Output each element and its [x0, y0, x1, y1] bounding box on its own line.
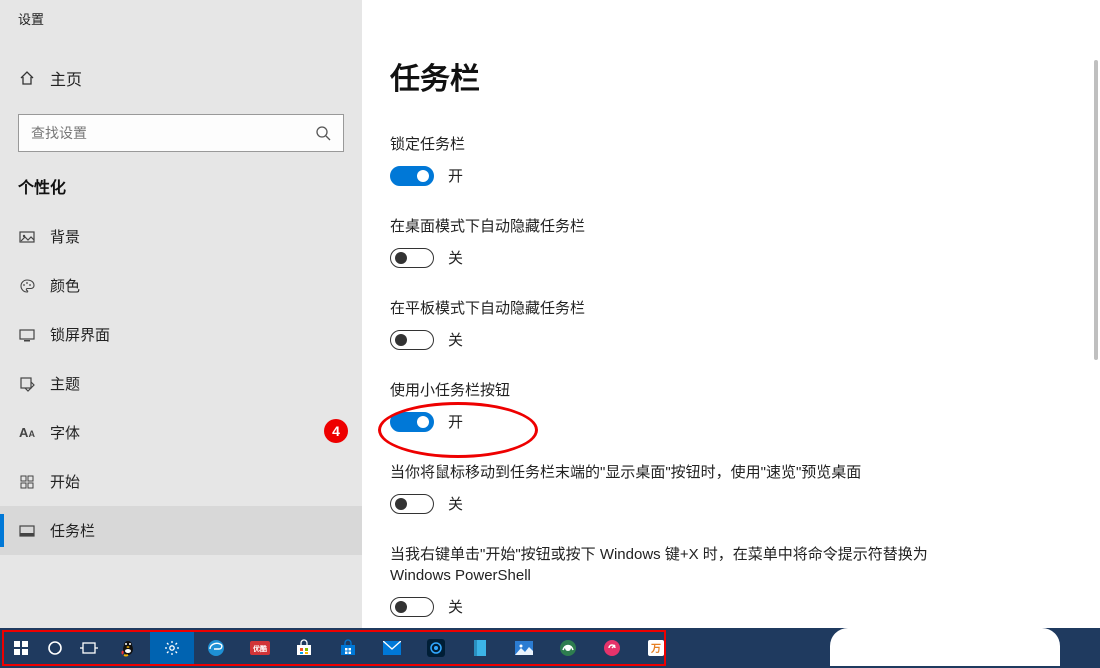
taskbar-icon — [18, 523, 36, 539]
sidebar-item-label: 锁屏界面 — [50, 324, 110, 345]
main-panel: 任务栏 锁定任务栏 开 在桌面模式下自动隐藏任务栏 关 在平板模式下自动隐藏任务… — [362, 0, 1100, 628]
setting-label: 使用小任务栏按钮 — [390, 380, 950, 401]
sidebar-item-label: 主题 — [50, 373, 80, 394]
setting-label: 当你将鼠标移动到任务栏末端的"显示桌面"按钮时，使用"速览"预览桌面 — [390, 462, 950, 483]
sidebar-item-label: 开始 — [50, 471, 80, 492]
sidebar-home[interactable]: 主页 — [0, 56, 362, 100]
sidebar-item-colors[interactable]: 颜色 — [0, 261, 362, 310]
sidebar-item-lockscreen[interactable]: 锁屏界面 — [0, 310, 362, 359]
taskbar-app-mail-icon[interactable] — [370, 632, 414, 664]
start-icon — [18, 474, 36, 490]
taskbar-app-360-icon[interactable] — [546, 632, 590, 664]
svg-text:万: 万 — [650, 643, 661, 655]
window-title: 设置 — [18, 9, 44, 28]
sidebar-section-label: 个性化 — [0, 174, 362, 212]
font-icon: AA — [18, 425, 36, 440]
setting-label: 在桌面模式下自动隐藏任务栏 — [390, 216, 950, 237]
taskbar-app-qq-icon[interactable] — [106, 632, 150, 664]
sidebar-item-taskbar[interactable]: 任务栏 — [0, 506, 362, 555]
taskbar-app-settings-icon[interactable] — [150, 632, 194, 664]
toggle-peek-desktop[interactable] — [390, 494, 434, 514]
taskbar-app-ps-icon[interactable] — [414, 632, 458, 664]
taskbar-app-store-icon[interactable] — [326, 632, 370, 664]
setting-label: 当我右键单击"开始"按钮或按下 Windows 键+X 时，在菜单中将命令提示符… — [390, 544, 950, 586]
toggle-state: 关 — [448, 493, 463, 514]
taskbar-app-edge-icon[interactable] — [194, 632, 238, 664]
toggle-state: 开 — [448, 411, 463, 432]
taskbar-app-store2-icon[interactable] — [282, 632, 326, 664]
taskbar-start-icon[interactable] — [4, 632, 38, 664]
toggle-small-buttons[interactable] — [390, 412, 434, 432]
setting-label: 在平板模式下自动隐藏任务栏 — [390, 298, 950, 319]
home-icon — [18, 70, 36, 86]
sidebar-item-start[interactable]: 开始 — [0, 457, 362, 506]
search-placeholder: 查找设置 — [31, 123, 87, 143]
search-icon — [315, 125, 331, 141]
sidebar-item-label: 字体 — [50, 422, 80, 443]
toggle-lock-taskbar[interactable] — [390, 166, 434, 186]
artifact-overlay — [830, 628, 1060, 666]
image-icon — [18, 229, 36, 245]
sidebar-item-fonts[interactable]: AA 字体 — [0, 408, 362, 457]
setting-peek-desktop: 当你将鼠标移动到任务栏末端的"显示桌面"按钮时，使用"速览"预览桌面 关 — [390, 462, 950, 514]
palette-icon — [18, 278, 36, 294]
taskbar-app-book-icon[interactable] — [458, 632, 502, 664]
search-input[interactable]: 查找设置 — [18, 114, 344, 152]
sidebar-item-label: 任务栏 — [50, 520, 95, 541]
taskbar-app-video-icon[interactable]: 优酷 — [238, 632, 282, 664]
toggle-autohide-tablet[interactable] — [390, 330, 434, 350]
toggle-state: 开 — [448, 165, 463, 186]
taskbar-taskview-icon[interactable] — [72, 632, 106, 664]
setting-lock-taskbar: 锁定任务栏 开 — [390, 134, 950, 186]
sidebar-item-themes[interactable]: 主题 — [0, 359, 362, 408]
toggle-state: 关 — [448, 247, 463, 268]
setting-autohide-desktop: 在桌面模式下自动隐藏任务栏 关 — [390, 216, 950, 268]
taskbar-cortana-icon[interactable] — [38, 632, 72, 664]
theme-icon — [18, 376, 36, 392]
setting-small-buttons: 使用小任务栏按钮 开 — [390, 380, 950, 432]
scrollbar[interactable] — [1094, 60, 1098, 360]
sidebar-item-label: 颜色 — [50, 275, 80, 296]
setting-powershell-replace: 当我右键单击"开始"按钮或按下 Windows 键+X 时，在菜单中将命令提示符… — [390, 544, 950, 617]
setting-autohide-tablet: 在平板模式下自动隐藏任务栏 关 — [390, 298, 950, 350]
lockscreen-icon — [18, 327, 36, 343]
sidebar-home-label: 主页 — [50, 66, 82, 90]
titlebar: 设置 — [0, 0, 362, 36]
taskbar-app-music-icon[interactable] — [590, 632, 634, 664]
setting-label: 锁定任务栏 — [390, 134, 950, 155]
sidebar: 主页 查找设置 个性化 背景 颜色 锁屏界面 主题 AA 字 — [0, 36, 362, 628]
sidebar-item-label: 背景 — [50, 226, 80, 247]
taskbar-app-generic-icon[interactable]: 万 — [634, 632, 678, 664]
sidebar-item-background[interactable]: 背景 — [0, 212, 362, 261]
toggle-powershell-replace[interactable] — [390, 597, 434, 617]
page-title: 任务栏 — [390, 54, 1072, 98]
toggle-state: 关 — [448, 596, 463, 617]
toggle-state: 关 — [448, 329, 463, 350]
svg-text:优酷: 优酷 — [253, 644, 267, 653]
taskbar-app-photos-icon[interactable] — [502, 632, 546, 664]
toggle-autohide-desktop[interactable] — [390, 248, 434, 268]
